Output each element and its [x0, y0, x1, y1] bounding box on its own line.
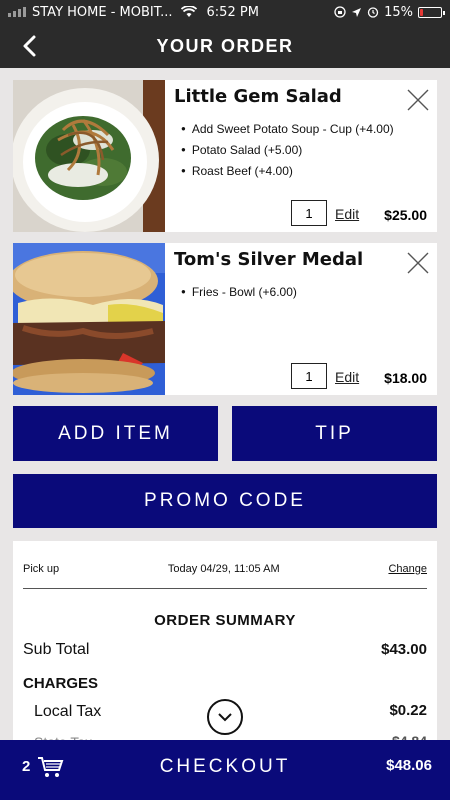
quantity-field[interactable]: 1 [291, 363, 327, 389]
battery-percent: 15% [384, 4, 413, 20]
change-pickup-link[interactable]: Change [388, 563, 427, 575]
modifier-item: Fries - Bowl (+6.00) [181, 281, 297, 302]
battery-icon [418, 6, 445, 18]
modifier-item: Potato Salad (+5.00) [181, 139, 394, 160]
app-header: YOUR ORDER [0, 24, 450, 68]
item-price: $25.00 [384, 207, 427, 223]
promo-code-button[interactable]: PROMO CODE [13, 474, 437, 528]
signal-icon [8, 7, 26, 17]
modifier-item: Add Sweet Potato Soup - Cup (+4.00) [181, 118, 394, 139]
edit-item-link[interactable]: Edit [335, 369, 359, 385]
salad-photo [13, 80, 165, 232]
pickup-row: Pick up Today 04/29, 11:05 AM Change [23, 563, 427, 575]
remove-item-icon[interactable] [407, 252, 429, 274]
clock: 6:52 PM [206, 4, 259, 20]
modifier-item: Roast Beef (+4.00) [181, 160, 394, 181]
summary-title: ORDER SUMMARY [154, 612, 296, 629]
location-arrow-icon [352, 7, 362, 17]
pickup-time: Today 04/29, 11:05 AM [167, 563, 280, 575]
local-tax-label: Local Tax [34, 703, 102, 720]
edit-item-link[interactable]: Edit [335, 206, 359, 222]
add-item-button[interactable]: ADD ITEM [13, 406, 218, 461]
back-arrow-icon[interactable] [16, 32, 44, 60]
cart-item-card: Little Gem Salad Add Sweet Potato Soup -… [13, 80, 437, 232]
tip-button[interactable]: TIP [232, 406, 437, 461]
charges-label: CHARGES [23, 675, 99, 692]
subtotal-value: $43.00 [381, 641, 427, 658]
cart-item-card: Tom's Silver Medal Fries - Bowl (+6.00) … [13, 243, 437, 395]
page-title: YOUR ORDER [156, 35, 294, 56]
chevron-down-icon [218, 713, 232, 722]
divider [23, 588, 427, 589]
checkout-total: $48.06 [386, 757, 432, 774]
status-bar: STAY HOME - MOBIT... 6:52 PM 15% [0, 0, 450, 24]
order-summary-panel: Pick up Today 04/29, 11:05 AM Change ORD… [13, 541, 437, 751]
carrier-name: STAY HOME - MOBIT... [32, 4, 173, 20]
item-price: $18.00 [384, 370, 427, 386]
quantity-field[interactable]: 1 [291, 200, 327, 226]
modifier-list: Add Sweet Potato Soup - Cup (+4.00) Pota… [181, 118, 394, 181]
modifier-list: Fries - Bowl (+6.00) [181, 281, 297, 302]
wifi-icon [180, 6, 197, 17]
scroll-down-button[interactable] [207, 699, 243, 735]
lock-rotation-icon [334, 6, 346, 18]
checkout-button-label[interactable]: CHECKOUT [0, 756, 450, 778]
pickup-label: Pick up [23, 563, 60, 575]
item-name: Little Gem Salad [174, 86, 342, 107]
item-name: Tom's Silver Medal [174, 249, 364, 270]
alarm-icon [367, 7, 379, 18]
checkout-bar[interactable]: 2 CHECKOUT $48.06 [0, 740, 450, 800]
subtotal-label: Sub Total [23, 641, 90, 658]
remove-item-icon[interactable] [407, 89, 429, 111]
sandwich-photo [13, 243, 165, 395]
local-tax-value: $0.22 [389, 702, 427, 719]
